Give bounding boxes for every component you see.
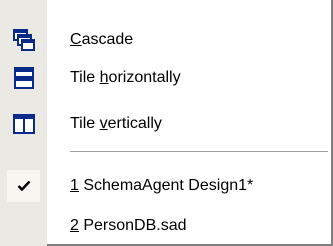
tile-horizontally-icon [0, 58, 47, 98]
tile-vertically-icon [0, 104, 47, 144]
checkmark-icon [7, 170, 40, 202]
menu-item-cascade[interactable]: Cascade [0, 20, 331, 60]
menu-item-tile-vertically[interactable]: Tile vertically [0, 104, 331, 144]
menu-item-window-1[interactable]: 1 SchemaAgent Design1* [0, 166, 331, 206]
menu-item-label: 1 SchemaAgent Design1* [70, 177, 254, 194]
menu-item-label: 2 PersonDB.sad [70, 217, 187, 234]
menu-item-label: Cascade [70, 31, 134, 48]
menu-item-label: Tile vertically [70, 115, 162, 132]
menu-item-tile-horizontally[interactable]: Tile horizontally [0, 58, 331, 98]
menu-separator [70, 151, 328, 153]
menu-item-window-2[interactable]: 2 PersonDB.sad [0, 206, 331, 246]
checkmark-slot [0, 166, 47, 206]
window-menu: Cascade Tile horizontally Tile verticall… [0, 0, 333, 246]
menu-item-label: Tile horizontally [70, 69, 181, 86]
cascade-windows-icon [0, 20, 47, 60]
